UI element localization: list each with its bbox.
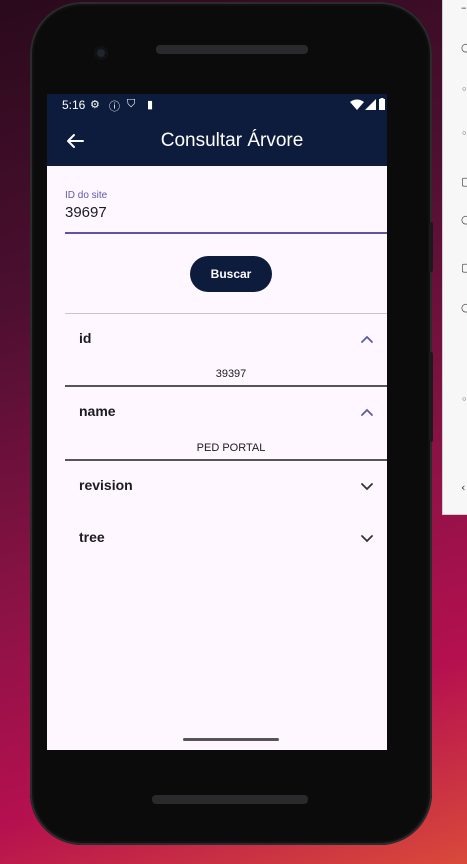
status-bar: 5:16 ⚙ ⓘ ⛉ ▮ (47, 94, 387, 116)
panel-title: revision (79, 477, 133, 493)
info-icon: ⓘ (109, 101, 120, 113)
zoom-icon[interactable]: ○ (461, 302, 467, 314)
panel-header-name[interactable]: name (79, 400, 379, 424)
status-time: 5:16 (62, 98, 86, 112)
panel-title: tree (79, 529, 105, 545)
chevron-down-icon[interactable] (359, 530, 375, 546)
rotate-right-icon[interactable]: ○ (461, 214, 467, 226)
sd-card-icon: ▮ (147, 99, 154, 111)
panel-header-id[interactable]: id (79, 327, 379, 351)
signal-icon (365, 99, 376, 110)
power-button[interactable] (429, 222, 433, 272)
page-title: Consultar Árvore (160, 130, 304, 151)
volume-up-icon[interactable]: ◦ (461, 84, 467, 96)
site-id-label: ID do site (65, 190, 108, 201)
back-icon[interactable]: ◦ (461, 394, 467, 406)
bottom-speaker (152, 795, 308, 804)
settings-icon: ⚙ (90, 99, 100, 111)
shield-icon: ⛉ (127, 98, 136, 110)
panel-title: id (79, 330, 92, 346)
divider (65, 459, 387, 461)
panel-title: name (79, 403, 116, 419)
power-icon[interactable]: ○ (461, 42, 467, 54)
front-camera (94, 46, 108, 60)
divider (65, 385, 387, 387)
more-icon[interactable]: ‹ (461, 482, 467, 494)
rotate-left-icon[interactable]: ▢ (461, 176, 467, 188)
app-screen: 5:16 ⚙ ⓘ ⛉ ▮ Consultar Árvore ID do site… (47, 94, 387, 750)
emulator-toolbar: – ○ ◦ ◦ ▢ ○ ▢ ○ ◦ ‹ (442, 0, 467, 515)
chevron-down-icon[interactable] (359, 478, 375, 494)
site-id-underline (65, 232, 387, 234)
panel-content-id: 39397 (215, 368, 247, 380)
battery-icon (379, 98, 385, 110)
volume-down-icon[interactable]: ◦ (461, 128, 467, 140)
search-button[interactable]: Buscar (190, 256, 272, 292)
panel-header-revision[interactable]: revision (79, 474, 379, 498)
chevron-up-icon[interactable] (359, 404, 375, 420)
site-id-input[interactable]: 39697 (65, 204, 107, 221)
site-id-field[interactable]: ID do site 39697 (65, 190, 387, 234)
wifi-icon (350, 99, 364, 110)
app-bar: Consultar Árvore (47, 116, 387, 166)
panel-header-tree[interactable]: tree (79, 526, 379, 550)
chevron-up-icon[interactable] (359, 331, 375, 347)
minimize-icon[interactable]: – (461, 2, 467, 14)
screenshot-icon[interactable]: ▢ (461, 262, 467, 274)
gesture-nav-bar[interactable] (183, 738, 279, 741)
volume-button[interactable] (429, 352, 433, 442)
top-speaker (156, 45, 308, 54)
panel-content-name: PED PORTAL (196, 442, 266, 454)
divider (65, 313, 387, 314)
